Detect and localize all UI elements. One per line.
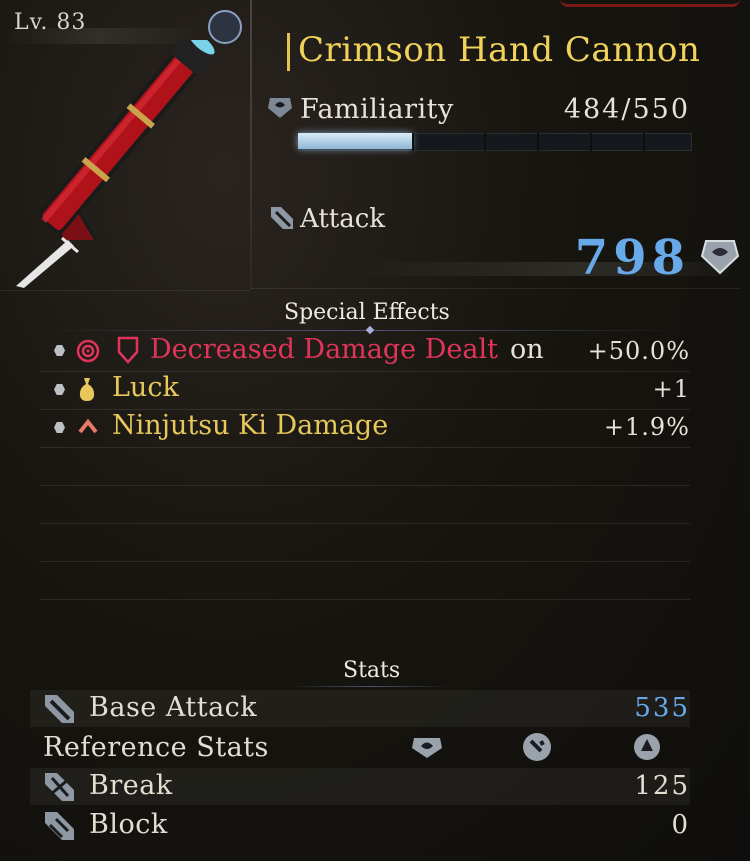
effect-row[interactable]: Ninjutsu Ki Damage +1.9% (40, 409, 690, 447)
effect-row[interactable]: Decreased Damage Dealt on +50.0% (40, 333, 690, 371)
corner-ornament (560, 0, 740, 7)
block-icon (45, 812, 74, 840)
hand-cannon-image (38, 40, 215, 240)
familiarity-bar-segment (537, 133, 539, 151)
sword-icon (271, 207, 293, 229)
effect-row[interactable]: Luck +1 (40, 371, 690, 409)
section-divider (290, 686, 450, 687)
familiarity-bar-segment (590, 133, 592, 151)
effect-name: Ninjutsu Ki Damage (112, 410, 389, 441)
base-attack-value: 535 (634, 693, 690, 723)
break-label: Break (89, 770, 173, 801)
heart-stat-icon (412, 738, 442, 758)
block-value: 0 (671, 810, 690, 840)
familiarity-bar-fill (298, 133, 412, 149)
attack-label: Attack (300, 204, 386, 234)
divider-line (250, 288, 740, 289)
familiarity-value: 484/550 (563, 94, 690, 125)
hex-bullet-icon (54, 384, 65, 395)
skill-stat-icon (634, 734, 660, 760)
row-divider (40, 599, 690, 600)
familiarity-bar-segment (412, 133, 414, 151)
weapon-name: Crimson Hand Cannon (298, 30, 701, 70)
chevron-up-icon (78, 418, 98, 434)
familiarity-bar-segment (643, 133, 645, 151)
effect-name: Luck (112, 372, 179, 403)
row-divider (40, 447, 690, 448)
effect-suffix: on (510, 334, 544, 365)
katana-type-icon (16, 236, 79, 288)
row-divider (40, 523, 690, 524)
base-attack-label: Base Attack (89, 692, 258, 723)
break-icon (45, 773, 74, 801)
power-stat-icon (523, 733, 551, 761)
row-divider (40, 485, 690, 486)
familiarity-bar-segment (484, 133, 486, 151)
familiarity-label: Familiarity (300, 94, 454, 125)
block-label: Block (89, 809, 168, 840)
hex-bullet-icon (54, 345, 65, 356)
effect-value: +1.9% (603, 413, 690, 441)
panel-divider (250, 0, 252, 290)
base-attack-icon (45, 695, 74, 723)
weapon-level: Lv. 83 (14, 10, 87, 35)
money-bag-icon (79, 378, 95, 401)
familiarity-icon (268, 98, 292, 118)
hex-bullet-icon (54, 422, 65, 433)
title-accent (287, 33, 290, 71)
target-icon (76, 339, 100, 363)
reference-stats-label: Reference Stats (43, 732, 269, 763)
divider-line (0, 290, 250, 291)
special-effects-title: Special Effects (284, 300, 450, 325)
break-value: 125 (634, 771, 690, 801)
attack-value: 798 (574, 230, 690, 286)
effect-value: +50.0% (587, 337, 690, 365)
stats-title: Stats (343, 658, 401, 683)
effect-name: Decreased Damage Dealt (150, 334, 498, 365)
clan-crest-icon (208, 10, 242, 44)
shield-outline-icon (117, 336, 139, 364)
effect-value: +1 (652, 375, 690, 403)
row-divider (40, 561, 690, 562)
shield-icon (700, 240, 740, 275)
